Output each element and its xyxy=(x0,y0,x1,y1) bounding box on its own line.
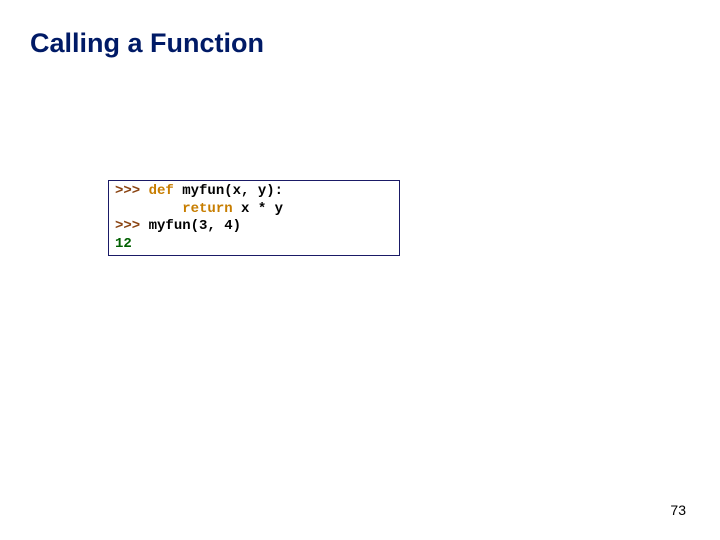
code-indent xyxy=(115,201,182,217)
page-title: Calling a Function xyxy=(30,28,264,59)
code-block: >>> def myfun(x, y): return x * y >>> my… xyxy=(108,180,400,256)
code-result: 12 xyxy=(115,236,132,252)
page-number: 73 xyxy=(670,502,686,518)
keyword-def: def xyxy=(149,183,174,199)
repl-prompt: >>> xyxy=(115,218,149,234)
keyword-return: return xyxy=(182,201,232,217)
slide: Calling a Function >>> def myfun(x, y): … xyxy=(0,0,720,540)
code-text: myfun(x, y): xyxy=(174,183,283,199)
code-text: x * y xyxy=(233,201,283,217)
code-text: myfun(3, 4) xyxy=(149,218,241,234)
repl-prompt: >>> xyxy=(115,183,149,199)
